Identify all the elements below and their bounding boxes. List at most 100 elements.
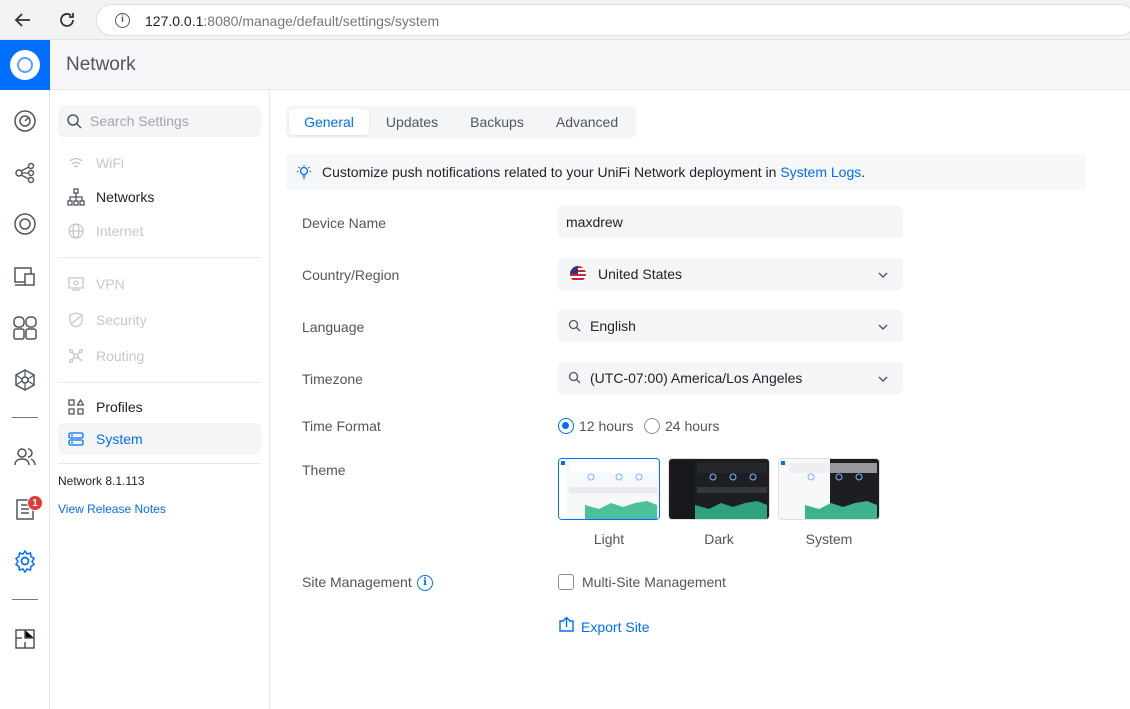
- radio-24-hours-label[interactable]: 24 hours: [665, 418, 719, 434]
- search-input[interactable]: Search Settings: [58, 105, 261, 137]
- shield-icon: [66, 310, 86, 330]
- routing-icon: [66, 346, 86, 366]
- rail-divider: [12, 599, 38, 600]
- radio-12-hours-label[interactable]: 12 hours: [579, 418, 633, 434]
- tab-advanced[interactable]: Advanced: [543, 109, 631, 135]
- site-info-icon[interactable]: i: [115, 13, 130, 28]
- tab-general[interactable]: General: [289, 109, 369, 135]
- multi-site-checkbox[interactable]: [558, 574, 574, 590]
- system-icon: [66, 429, 86, 449]
- chevron-down-icon: [877, 372, 889, 390]
- time-format-label: Time Format: [302, 418, 381, 434]
- theme-dark-option[interactable]: [668, 458, 770, 520]
- search-placeholder: Search Settings: [90, 113, 189, 129]
- sidebar-item-vpn[interactable]: VPN: [58, 268, 261, 300]
- theme-system-label: System: [805, 531, 853, 547]
- system-theme-preview: [779, 459, 879, 519]
- sidebar-item-security[interactable]: Security: [58, 304, 261, 336]
- chevron-down-icon: [877, 268, 889, 286]
- url-path: :8080/manage/default/settings/system: [203, 13, 440, 29]
- sidebar-item-networks[interactable]: Networks: [58, 181, 261, 213]
- clients-target-icon[interactable]: [12, 211, 38, 237]
- settings-tabs: General Updates Backups Advanced: [286, 106, 636, 138]
- banner-suffix: .: [861, 164, 866, 180]
- country-label: Country/Region: [302, 267, 400, 283]
- sidebar-item-label: VPN: [96, 276, 125, 292]
- theme-light-label: Light: [593, 531, 625, 547]
- timezone-label: Timezone: [302, 371, 363, 387]
- sidebar-item-label: WiFi: [96, 155, 124, 171]
- innerspace-icon[interactable]: [12, 626, 38, 652]
- sidebar-item-routing[interactable]: Routing: [58, 340, 261, 372]
- admins-icon[interactable]: [12, 444, 38, 470]
- theme-dark-label: Dark: [704, 531, 734, 547]
- sidebar-item-internet[interactable]: Internet: [58, 215, 261, 247]
- tab-backups[interactable]: Backups: [456, 109, 538, 135]
- page-title: Network: [66, 54, 136, 75]
- radio-24-hours[interactable]: [644, 418, 660, 434]
- browser-toolbar: i 127.0.0.1:8080/manage/default/settings…: [0, 0, 1130, 40]
- country-select[interactable]: United States: [558, 258, 903, 290]
- sidebar-item-label: Security: [96, 312, 147, 328]
- url-host: 127.0.0.1: [145, 13, 204, 29]
- tab-updates[interactable]: Updates: [373, 109, 451, 135]
- topology-icon[interactable]: [12, 160, 38, 186]
- timezone-value: (UTC-07:00) America/Los Angeles: [590, 370, 803, 386]
- theme-light-option[interactable]: [558, 458, 660, 520]
- system-logs-link[interactable]: System Logs: [780, 164, 861, 180]
- export-icon: [558, 616, 575, 638]
- us-flag-icon: [569, 266, 587, 287]
- sidebar-item-label: Internet: [96, 223, 144, 239]
- sidebar-item-label: Networks: [96, 189, 155, 205]
- insights-icon[interactable]: [12, 315, 38, 341]
- device-name-value: maxdrew: [566, 214, 623, 230]
- search-icon: [66, 113, 82, 134]
- integrations-icon[interactable]: [12, 367, 38, 393]
- site-management-label: Site Management: [302, 574, 412, 590]
- light-theme-preview: [559, 459, 659, 519]
- version-text: Network 8.1.113: [58, 474, 145, 488]
- devices-icon[interactable]: [12, 263, 38, 289]
- address-bar[interactable]: i 127.0.0.1:8080/manage/default/settings…: [96, 4, 1130, 36]
- device-name-field[interactable]: maxdrew: [558, 206, 903, 238]
- theme-system-option[interactable]: [778, 458, 880, 520]
- sidebar-item-label: Routing: [96, 348, 145, 364]
- wifi-icon: [66, 153, 86, 173]
- sidebar-item-system[interactable]: System: [58, 423, 261, 455]
- sidebar-divider: [58, 382, 261, 383]
- back-icon[interactable]: [12, 9, 34, 31]
- networks-icon: [66, 187, 86, 207]
- theme-label: Theme: [302, 462, 346, 478]
- sidebar-item-label: System: [96, 431, 143, 447]
- app-rail: 1: [0, 40, 50, 709]
- multi-site-label[interactable]: Multi-Site Management: [582, 574, 726, 590]
- search-icon: [568, 319, 581, 337]
- url-text: 127.0.0.1:8080/manage/default/settings/s…: [145, 13, 439, 29]
- search-icon: [568, 371, 581, 389]
- language-label: Language: [302, 319, 365, 335]
- banner-message: Customize push notifications related to …: [322, 164, 781, 180]
- sidebar-item-label: Profiles: [96, 399, 143, 415]
- language-value: English: [590, 318, 636, 334]
- reload-icon[interactable]: [56, 9, 78, 31]
- radio-12-hours[interactable]: [558, 418, 574, 434]
- export-site-label: Export Site: [581, 619, 650, 635]
- sidebar-item-profiles[interactable]: Profiles: [58, 391, 261, 423]
- export-site-button[interactable]: Export Site: [558, 616, 650, 638]
- country-value: United States: [598, 266, 683, 282]
- settings-icon[interactable]: [12, 548, 38, 574]
- chevron-down-icon: [877, 320, 889, 338]
- unifi-logo[interactable]: [0, 40, 50, 90]
- device-name-label: Device Name: [302, 215, 387, 231]
- sidebar-divider: [58, 463, 261, 464]
- release-notes-link[interactable]: View Release Notes: [58, 502, 166, 516]
- vpn-icon: [66, 274, 86, 294]
- language-select[interactable]: English: [558, 310, 903, 342]
- info-icon[interactable]: i: [417, 575, 433, 591]
- dashboard-icon[interactable]: [12, 108, 38, 134]
- globe-icon: [66, 221, 86, 241]
- timezone-select[interactable]: (UTC-07:00) America/Los Angeles: [558, 362, 903, 394]
- sidebar-item-wifi[interactable]: WiFi: [58, 147, 261, 179]
- profiles-icon: [66, 397, 86, 417]
- app-header: Network: [50, 40, 1130, 90]
